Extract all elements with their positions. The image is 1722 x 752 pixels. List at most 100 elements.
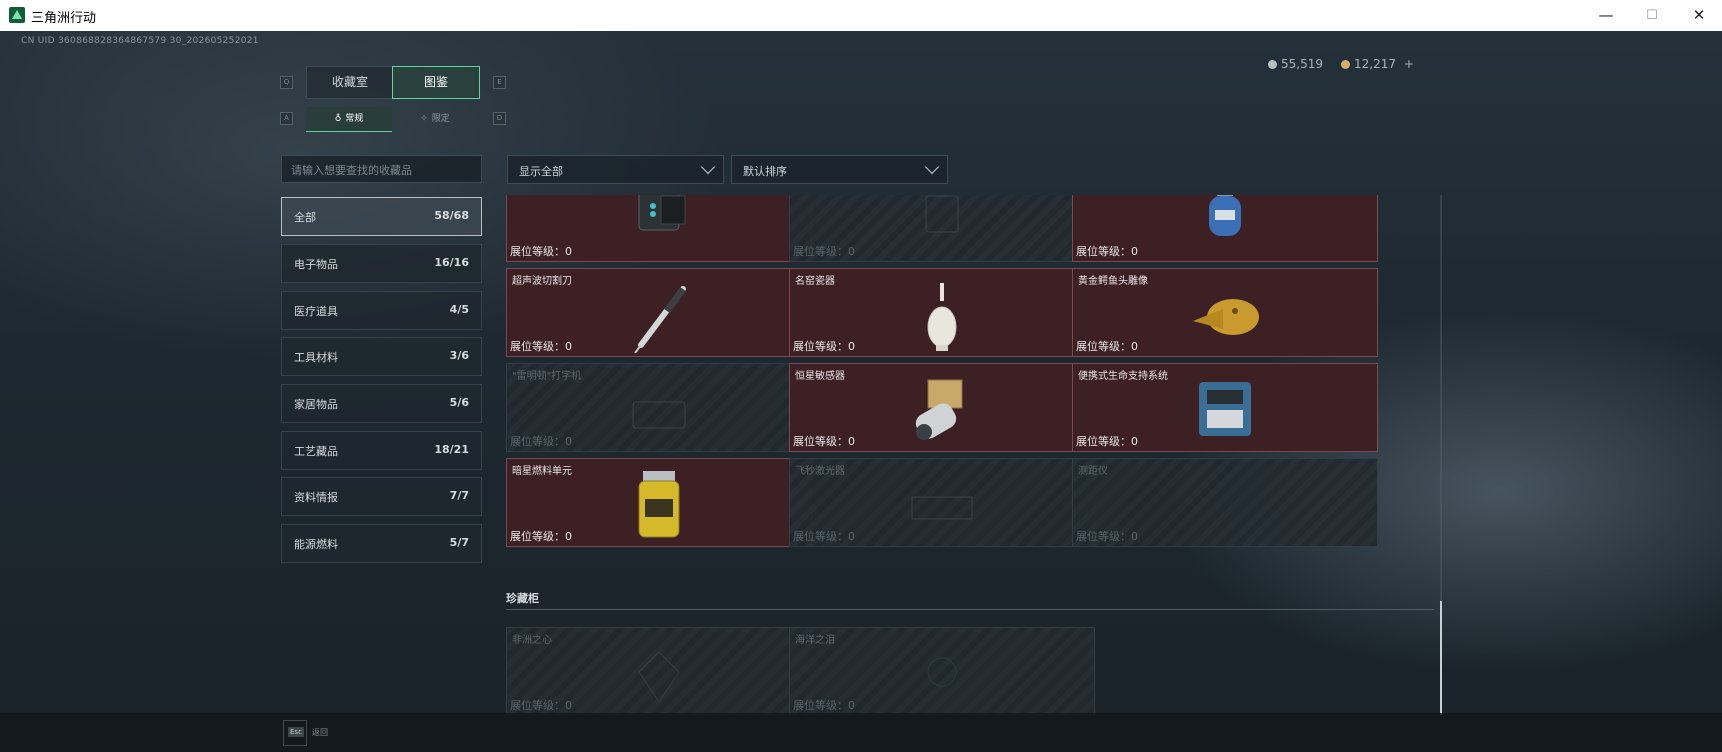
chevron-down-icon	[700, 159, 716, 175]
scrollbar-thumb[interactable]	[1440, 601, 1442, 715]
category-label: 医疗道具	[294, 305, 338, 318]
locked-item-icon	[900, 195, 984, 258]
item-name: 名窑瓷器	[795, 276, 835, 287]
category-tools[interactable]: 工具材料 3/6	[281, 337, 482, 376]
category-label: 家居物品	[294, 398, 338, 411]
show-filter-value: 显示全部	[519, 165, 563, 178]
collection-item-card[interactable]: 海洋之泪展位等级：0	[789, 627, 1095, 715]
life-support-icon	[1183, 372, 1267, 448]
section-divider	[506, 609, 1434, 610]
item-name: 测距仪	[1078, 466, 1108, 477]
window-title: 三角洲行动	[31, 11, 97, 26]
collection-item-card[interactable]: 测距仪展位等级：0	[1072, 458, 1378, 547]
item-name: 黄金鳄鱼头雕像	[1078, 276, 1148, 287]
collection-item-card[interactable]: 非洲之心 展位等级：0	[506, 627, 812, 715]
item-name: 非洲之心	[512, 635, 552, 646]
booth-level: 展位等级：0	[510, 340, 572, 353]
show-filter-dropdown[interactable]: 显示全部	[507, 155, 724, 184]
item-name: 便携式生命支持系统	[1078, 371, 1168, 382]
sort-dropdown[interactable]: 默认排序	[731, 155, 948, 184]
tab-codex[interactable]: 图鉴	[392, 66, 480, 99]
add-currency-button[interactable]: +	[1404, 57, 1414, 71]
collection-item-card[interactable]: 黄金鳄鱼头雕像 展位等级：0	[1072, 268, 1378, 357]
category-count: 58/68	[434, 209, 469, 222]
booth-level: 展位等级：0	[793, 435, 855, 448]
category-label: 资料情报	[294, 491, 338, 504]
category-label: 工艺藏品	[294, 445, 338, 458]
item-name: 超声波切割刀	[512, 276, 572, 287]
gas-canister-icon	[1183, 195, 1267, 258]
collection-item-card[interactable]: 恒星敏感器展位等级：0	[789, 363, 1095, 452]
silver-amount: 55,519	[1281, 57, 1323, 71]
collectible-search-input[interactable]: 请输入想要查找的收藏品	[281, 155, 482, 183]
laser-icon	[900, 467, 984, 543]
category-energy[interactable]: 能源燃料 5/7	[281, 524, 482, 563]
collection-grid[interactable]: 展位等级：0 展位等级：0 展位等级：0 超声波切割刀 展位等级：0 名窑瓷器 展位等级：0…	[506, 195, 1446, 715]
limited-icon: ✧	[420, 114, 428, 124]
subtab-regular[interactable]: ♁ 常规	[306, 107, 392, 132]
gold-coin-icon	[1341, 60, 1350, 69]
category-count: 5/6	[449, 396, 469, 409]
maximize-button[interactable]: ☐	[1629, 0, 1675, 31]
collection-item-card[interactable]: 展位等级：0	[1072, 195, 1378, 262]
category-count: 5/7	[449, 536, 469, 549]
collection-item-card[interactable]: 展位等级：0	[789, 195, 1095, 262]
silver-coin-icon	[1268, 60, 1277, 69]
footer-bar: Esc 返回	[0, 713, 1722, 752]
category-label: 全部	[294, 211, 316, 224]
collection-item-card[interactable]: 暗星燃料单元 展位等级：0	[506, 458, 812, 547]
sort-value: 默认排序	[743, 165, 787, 178]
category-label: 电子物品	[294, 258, 338, 271]
category-count: 7/7	[449, 489, 469, 502]
porcelain-vase-icon	[900, 277, 984, 353]
booth-level: 展位等级：0	[1076, 435, 1138, 448]
device-icon	[617, 195, 701, 258]
booth-level: 展位等级：0	[1076, 245, 1138, 258]
category-electronics[interactable]: 电子物品 16/16	[281, 244, 482, 283]
tab-prev-key-hint: Q	[280, 76, 293, 89]
collection-item-card[interactable]: "雷明顿"打字机 展位等级：0	[506, 363, 812, 452]
gold-amount: 12,217	[1354, 57, 1396, 71]
category-household[interactable]: 家居物品 5/6	[281, 384, 482, 423]
category-medical[interactable]: 医疗道具 4/5	[281, 291, 482, 330]
collection-item-card[interactable]: 超声波切割刀 展位等级：0	[506, 268, 812, 357]
item-name: "雷明顿"打字机	[512, 371, 582, 382]
pearl-icon	[900, 636, 984, 712]
ultrasonic-cutter-icon	[617, 277, 701, 354]
window-titlebar: 三角洲行动 — ☐ ✕	[0, 0, 1722, 32]
subtab-limited[interactable]: ✧ 限定	[392, 107, 478, 131]
close-button[interactable]: ✕	[1676, 0, 1722, 31]
category-crafts[interactable]: 工艺藏品 18/21	[281, 431, 482, 470]
collection-item-card[interactable]: 名窑瓷器 展位等级：0	[789, 268, 1095, 357]
collection-item-card[interactable]: 展位等级：0	[506, 195, 812, 262]
category-count: 16/16	[434, 256, 469, 269]
category-all[interactable]: 全部 58/68	[281, 197, 482, 236]
booth-level: 展位等级：0	[510, 245, 572, 258]
item-name: 海洋之泪	[795, 635, 835, 646]
gem-icon	[617, 636, 701, 712]
gold-crocodile-icon	[1183, 277, 1267, 353]
subtab-next-key-hint: D	[493, 112, 506, 125]
booth-level: 展位等级：0	[1076, 530, 1138, 543]
minimize-button[interactable]: —	[1583, 0, 1629, 31]
category-intel[interactable]: 资料情报 7/7	[281, 477, 482, 516]
tab-collection-room[interactable]: 收藏室	[306, 66, 394, 99]
item-name: 飞秒激光器	[795, 466, 845, 477]
esc-back-button[interactable]: Esc	[283, 720, 307, 746]
typewriter-icon	[617, 372, 701, 448]
subtab-regular-label: 常规	[345, 114, 364, 124]
collection-item-card[interactable]: 飞秒激光器 展位等级：0	[789, 458, 1095, 547]
category-count: 3/6	[449, 349, 469, 362]
collection-item-card[interactable]: 便携式生命支持系统 展位等级：0	[1072, 363, 1378, 452]
search-placeholder: 请输入想要查找的收藏品	[291, 164, 412, 177]
item-name: 恒星敏感器	[795, 371, 845, 382]
back-label: 返回	[312, 728, 328, 737]
chevron-down-icon	[924, 159, 940, 175]
esc-key-icon: Esc	[288, 727, 304, 737]
subtab-limited-label: 限定	[431, 114, 450, 124]
star-sensor-icon	[900, 372, 984, 448]
booth-level: 展位等级：0	[793, 699, 855, 712]
category-count: 4/5	[449, 303, 469, 316]
gold-currency: 12,217 +	[1341, 57, 1414, 71]
rangefinder-icon	[1183, 467, 1267, 543]
